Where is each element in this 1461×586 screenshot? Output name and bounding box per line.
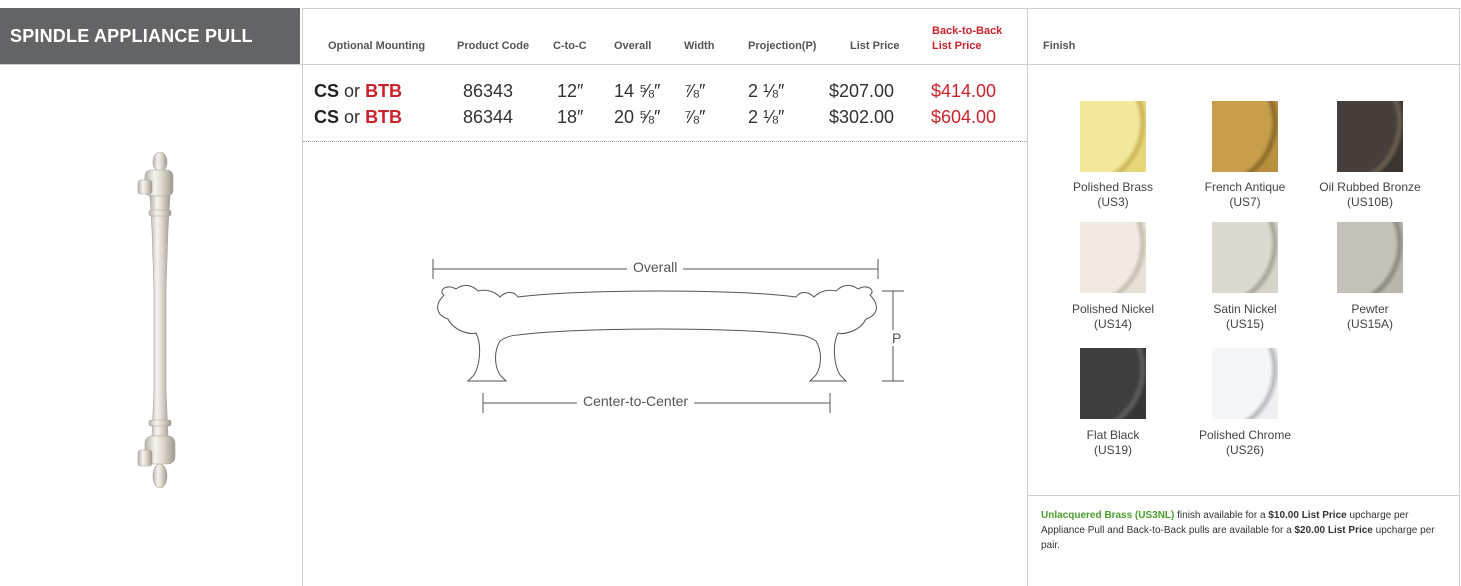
header-overall: Overall [614, 40, 652, 52]
row-separator [303, 141, 1027, 142]
note-bold-2: $20.00 List Price [1294, 525, 1373, 536]
label-polished-brass: Polished Brass (US3) [1072, 180, 1154, 209]
row1-width: ⅞″ [684, 81, 706, 101]
divider-left [302, 8, 303, 586]
product-photo [137, 151, 176, 489]
swatch-polished-chrome [1212, 348, 1278, 419]
header-btb-line2: List Price [932, 40, 982, 52]
header-btb-line1: Back-to-Back [932, 25, 1003, 37]
row2-btb: BTB [365, 107, 403, 127]
header-rule [0, 64, 1461, 65]
label-french-antique: French Antique (US7) [1204, 180, 1286, 209]
header-ctc: C-to-C [553, 40, 587, 52]
swatch-pewter [1337, 222, 1403, 293]
label-pewter: Pewter (US15A) [1346, 302, 1393, 331]
swatch-oil-rubbed-bronze [1337, 101, 1403, 172]
diagram-ctc-label: Center-to-Center [577, 393, 695, 409]
row2-overall: 20 ⅝″ [614, 107, 661, 127]
product-title: SPINDLE APPLIANCE PULL [10, 25, 253, 46]
header-projection: Projection(P) [748, 40, 817, 52]
note-rule [1027, 495, 1460, 496]
label-satin-nickel: Satin Nickel (US15) [1213, 302, 1277, 331]
swatch-satin-nickel [1212, 222, 1278, 293]
swatch-polished-brass [1080, 101, 1146, 172]
row1-cs: CS [314, 81, 340, 101]
row2-cs: CS [314, 107, 340, 127]
row1-btb: BTB [365, 81, 403, 101]
label-flat-black: Flat Black (US19) [1086, 428, 1140, 457]
row2-width: ⅞″ [684, 107, 706, 127]
row2-or: or [344, 107, 361, 127]
unlacquered-brass-note: Unlacquered Brass (US3NL) finish availab… [1041, 508, 1441, 553]
row1-price: $207.00 [829, 81, 895, 101]
product-title-bar: SPINDLE APPLIANCE PULL [0, 8, 300, 64]
row2-price: $302.00 [829, 107, 895, 127]
label-oil-rubbed-bronze: Oil Rubbed Bronze (US10B) [1319, 180, 1421, 209]
header-product-code: Product Code [457, 40, 530, 52]
note-green: Unlacquered Brass (US3NL) [1041, 510, 1175, 521]
row1-projection: 2 ⅛″ [748, 81, 785, 101]
swatch-french-antique [1212, 101, 1278, 172]
row2-code: 86344 [463, 107, 514, 127]
row2-btb-price: $604.00 [931, 107, 997, 127]
row2-mounting: CS or BTB [314, 107, 402, 128]
header-list-price: List Price [850, 40, 900, 52]
row2-projection: 2 ⅛″ [748, 107, 785, 127]
swatch-flat-black [1080, 348, 1146, 419]
label-polished-chrome: Polished Chrome (US26) [1198, 428, 1292, 457]
header-finish: Finish [1043, 40, 1076, 52]
diagram-overall-label: Overall [627, 259, 684, 275]
row2-ctc: 18″ [557, 107, 584, 127]
diagram-p-label: P [889, 330, 905, 346]
header-mounting: Optional Mounting [328, 40, 426, 52]
divider-right [1027, 8, 1028, 586]
row1-ctc: 12″ [557, 81, 584, 101]
header-width: Width [684, 40, 715, 52]
row1-btb-price: $414.00 [931, 81, 997, 101]
row1-code: 86343 [463, 81, 514, 101]
row1-mounting: CS or BTB [314, 81, 402, 102]
row1-or: or [344, 81, 361, 101]
label-polished-nickel: Polished Nickel (US14) [1071, 302, 1155, 331]
top-rule [302, 8, 1461, 9]
right-edge [1459, 8, 1460, 586]
note-bold-1: $10.00 List Price [1268, 510, 1347, 521]
note-text-1: finish available for a [1174, 510, 1269, 521]
swatch-polished-nickel [1080, 222, 1146, 293]
row1-overall: 14 ⅝″ [614, 81, 661, 101]
